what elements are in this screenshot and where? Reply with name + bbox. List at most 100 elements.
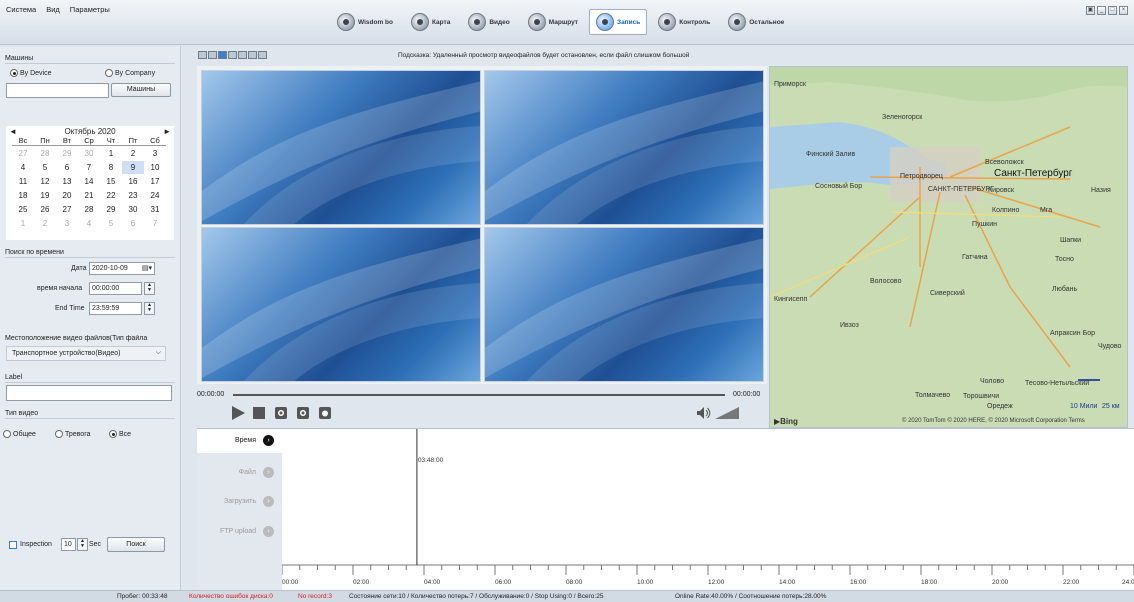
calendar-day[interactable]: 9 (122, 161, 144, 174)
prev-month-icon[interactable]: ◄ (9, 127, 17, 136)
calendar-day[interactable]: 2 (34, 217, 56, 230)
calendar-day[interactable]: 29 (56, 147, 78, 160)
calendar-day[interactable]: 15 (100, 175, 122, 188)
inspection-stepper[interactable]: ▲ ▼ (77, 538, 88, 551)
inspection-checkbox[interactable] (9, 541, 17, 549)
calendar-day[interactable]: 2 (122, 147, 144, 160)
radio-by-device[interactable]: By Device (10, 69, 52, 77)
timeline-chart[interactable]: 00:00 02:00 04:00 06:00 08:00 10:00 12:00 14:00… (281, 429, 1134, 591)
close-icon[interactable]: × (1119, 6, 1128, 15)
radio-all[interactable]: Все (109, 430, 131, 438)
minimize-icon[interactable]: _ (1097, 6, 1106, 15)
nav-wisdom[interactable]: Wisdom bo (330, 9, 400, 35)
start-time-stepper[interactable]: ▲ ▼ (144, 282, 155, 295)
radio-alarm[interactable]: Тревога (55, 430, 91, 438)
tab-time[interactable]: Время › (197, 429, 282, 453)
menu-params[interactable]: Параметры (70, 5, 110, 14)
calendar-day[interactable]: 19 (34, 189, 56, 202)
calendar-day[interactable]: 30 (78, 147, 100, 160)
tab-file[interactable]: Файл › (197, 461, 282, 485)
end-time-field[interactable]: 23:59:59 (89, 302, 142, 315)
video-tile-2[interactable] (484, 70, 764, 225)
calendar-day[interactable]: 20 (56, 189, 78, 202)
calendar-day[interactable]: 24 (144, 189, 166, 202)
start-time-field[interactable]: 00:00:00 (89, 282, 142, 295)
menu-system[interactable]: Система (6, 5, 36, 14)
calendar-day[interactable]: 6 (56, 161, 78, 174)
calendar-day[interactable]: 22 (100, 189, 122, 202)
menu-view[interactable]: Вид (46, 5, 60, 14)
calendar-day[interactable]: 29 (100, 203, 122, 216)
nav-control[interactable]: Контроль (651, 9, 717, 35)
calendar-day[interactable]: 4 (78, 217, 100, 230)
download-clip-icon[interactable] (297, 407, 309, 419)
fullscreen-icon[interactable] (258, 51, 267, 59)
map-view[interactable]: Приморск Зеленогорск Финский Залив Всеволож… (769, 66, 1128, 428)
calendar-day[interactable]: 16 (122, 175, 144, 188)
calendar-day[interactable]: 1 (100, 147, 122, 160)
layout-6-icon[interactable] (228, 51, 237, 59)
skin-icon[interactable]: ▣ (1086, 6, 1095, 15)
video-tile-3[interactable] (201, 227, 481, 382)
calendar-day[interactable]: 7 (78, 161, 100, 174)
calendar-day[interactable]: 11 (12, 175, 34, 188)
record-clip-icon[interactable] (275, 407, 287, 419)
calendar-day[interactable]: 18 (12, 189, 34, 202)
calendar-day[interactable]: 25 (12, 203, 34, 216)
tab-ftp-upload[interactable]: FTP upload › (197, 520, 282, 544)
calendar-day[interactable]: 30 (122, 203, 144, 216)
calendar-day[interactable]: 3 (144, 147, 166, 160)
calendar-dropdown-icon[interactable]: ▤▾ (142, 264, 152, 272)
calendar-day[interactable]: 21 (78, 189, 100, 202)
calendar-day[interactable]: 10 (144, 161, 166, 174)
end-time-stepper[interactable]: ▲ ▼ (144, 302, 155, 315)
nav-record[interactable]: Запись (589, 9, 648, 35)
calendar-day[interactable]: 26 (34, 203, 56, 216)
calendar-day[interactable]: 28 (34, 147, 56, 160)
nav-video[interactable]: Видео (461, 9, 516, 35)
machine-input[interactable] (6, 83, 109, 98)
layout-8-icon[interactable] (238, 51, 247, 59)
calendar-day[interactable]: 17 (144, 175, 166, 188)
calendar-day[interactable]: 8 (100, 161, 122, 174)
calendar-day[interactable]: 4 (12, 161, 34, 174)
file-location-select[interactable]: Транспортное устройство(Видео) ⌵ (6, 346, 166, 361)
calendar-day[interactable]: 7 (144, 217, 166, 230)
calendar-day[interactable]: 12 (34, 175, 56, 188)
inspection-interval-field[interactable]: 10 (61, 538, 76, 551)
map-copyright[interactable]: © 2020 TomTom © 2020 HERE, © 2020 Micros… (902, 418, 1085, 424)
snapshot-icon[interactable] (319, 407, 331, 419)
date-field[interactable]: 2020-10-09 ▤▾ (89, 262, 155, 275)
next-month-icon[interactable]: ► (163, 127, 171, 136)
calendar-day[interactable]: 14 (78, 175, 100, 188)
calendar-day[interactable]: 5 (100, 217, 122, 230)
maximize-icon[interactable]: □ (1108, 6, 1117, 15)
calendar-day[interactable]: 3 (56, 217, 78, 230)
calendar-day[interactable]: 5 (34, 161, 56, 174)
layout-1-icon[interactable] (198, 51, 207, 59)
search-button[interactable]: Поиск (107, 537, 165, 552)
video-tile-4[interactable] (484, 227, 764, 382)
calendar-day[interactable]: 28 (78, 203, 100, 216)
radio-by-company[interactable]: By Company (105, 69, 155, 77)
layout-2-icon[interactable] (208, 51, 217, 59)
stop-icon[interactable] (253, 407, 265, 419)
calendar-day[interactable]: 27 (56, 203, 78, 216)
calendar-day[interactable]: 6 (122, 217, 144, 230)
volume-slider[interactable] (715, 407, 739, 419)
calendar-day[interactable]: 13 (56, 175, 78, 188)
label-input[interactable] (6, 385, 172, 401)
calendar-day[interactable]: 27 (12, 147, 34, 160)
calendar-day[interactable]: 31 (144, 203, 166, 216)
video-tile-1[interactable] (201, 70, 481, 225)
layout-9-icon[interactable] (248, 51, 257, 59)
nav-route[interactable]: Маршрут (521, 9, 585, 35)
calendar-day[interactable]: 23 (122, 189, 144, 202)
nav-other[interactable]: Остальное (721, 9, 791, 35)
machines-button[interactable]: Машины (111, 83, 171, 97)
nav-map[interactable]: Карта (404, 9, 457, 35)
volume-icon[interactable] (697, 407, 711, 419)
tab-download[interactable]: Загрузить › (197, 490, 282, 514)
calendar-day[interactable]: 1 (12, 217, 34, 230)
play-icon[interactable] (232, 406, 245, 420)
